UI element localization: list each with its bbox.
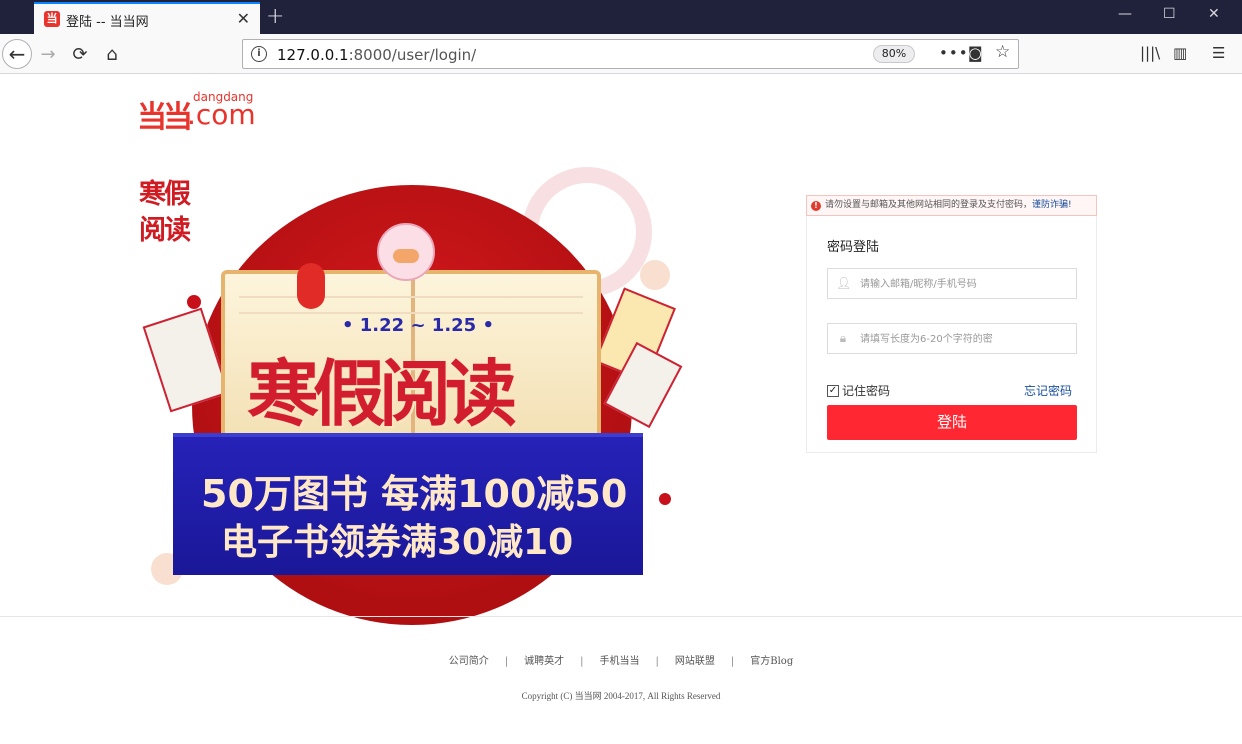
- forgot-password-link[interactable]: 忘记密码: [1024, 382, 1072, 399]
- browser-tab-active[interactable]: 当 登陆 -- 当当网 ✕: [34, 2, 260, 34]
- footer-separator: |: [580, 656, 584, 667]
- banner-corner-logo: 寒假 阅读: [139, 179, 191, 246]
- logo-mark: 当当: [137, 100, 193, 135]
- url-text[interactable]: 127.0.0.1:8000/user/login/: [277, 46, 476, 64]
- login-submit-button[interactable]: 登陆: [827, 405, 1077, 440]
- footer-link-careers[interactable]: 诚聘英才: [524, 656, 564, 667]
- banner-date: • 1.22 ~ 1.25 •: [342, 315, 494, 336]
- browser-tab-bar: 当 登陆 -- 当当网 ✕ + — ☐ ✕: [0, 0, 1242, 34]
- banner-headline: 寒假阅读: [247, 352, 517, 436]
- pocket-icon[interactable]: ◙: [968, 44, 983, 62]
- footer-link-blog[interactable]: 官方Blog: [750, 656, 793, 667]
- footer-links: 公司简介 | 诚聘英才 | 手机当当 | 网站联盟 | 官方Blog: [0, 652, 1242, 667]
- bookmark-star-icon[interactable]: ☆: [995, 42, 1010, 62]
- footer-separator: |: [730, 656, 735, 667]
- footer-separator: |: [504, 656, 509, 667]
- back-button[interactable]: ←: [2, 39, 32, 69]
- footer-link-mobile[interactable]: 手机当当: [600, 656, 640, 667]
- footer-divider: [0, 616, 1242, 617]
- page-content: 当当 dangdang .com 寒假 阅读 • 1.22 ~ 1.25 • 寒…: [0, 75, 1242, 744]
- username-field[interactable]: 👤︎: [827, 268, 1077, 299]
- promo-banner[interactable]: 寒假 阅读 • 1.22 ~ 1.25 • 寒假阅读 50万图书 每满100减5…: [137, 167, 683, 625]
- security-warning: ! 请勿设置与邮箱及其他网站相同的登录及支付密码，谨防诈骗!: [806, 195, 1097, 216]
- sidebar-icon[interactable]: ▥: [1173, 44, 1187, 62]
- new-tab-button[interactable]: +: [266, 4, 284, 29]
- username-input[interactable]: [860, 274, 1070, 294]
- book-line: [239, 296, 583, 298]
- footer-separator: |: [655, 656, 659, 667]
- tab-title: 登陆 -- 当当网: [66, 15, 149, 30]
- menu-icon[interactable]: ☰: [1212, 44, 1225, 62]
- home-button[interactable]: ⌂: [98, 40, 126, 68]
- browser-navigation-bar: ← → ⟳ ⌂ i 127.0.0.1:8000/user/login/ 80%…: [0, 34, 1242, 74]
- maximize-window-button[interactable]: ☐: [1163, 6, 1176, 22]
- minimize-window-button[interactable]: —: [1118, 6, 1132, 22]
- user-icon: 👤︎: [836, 276, 852, 290]
- forward-button[interactable]: →: [34, 40, 62, 68]
- login-form: 密码登陆 👤︎ 🔒︎ ✓ 记住密码 忘记密码 登陆: [806, 216, 1097, 453]
- warning-icon: !: [811, 201, 821, 211]
- banner-decor-dot: [659, 493, 671, 505]
- anti-fraud-link[interactable]: 谨防诈骗!: [1032, 200, 1072, 210]
- zoom-level-badge[interactable]: 80%: [873, 45, 915, 63]
- page-actions-icon[interactable]: •••: [939, 44, 969, 62]
- close-window-button[interactable]: ✕: [1208, 6, 1220, 22]
- footer-link-affiliates[interactable]: 网站联盟: [675, 656, 715, 667]
- pig-snout: [393, 249, 419, 263]
- remember-password[interactable]: ✓ 记住密码: [827, 382, 890, 399]
- lantern-icon: [297, 263, 325, 309]
- book-line: [239, 312, 583, 314]
- close-tab-icon[interactable]: ✕: [237, 9, 250, 28]
- dangdang-favicon-icon: 当: [44, 11, 60, 27]
- reload-button[interactable]: ⟳: [66, 40, 94, 68]
- banner-offer-line1: 50万图书 每满100减50: [201, 472, 628, 516]
- remember-checkbox[interactable]: ✓: [827, 384, 839, 397]
- footer-link-about[interactable]: 公司简介: [449, 656, 489, 667]
- dangdang-logo[interactable]: 当当 dangdang .com: [137, 90, 267, 135]
- pig-mascot-icon: [377, 223, 435, 281]
- banner-decor-dot: [187, 295, 201, 309]
- login-title: 密码登陆: [827, 240, 880, 255]
- library-icon[interactable]: |||\: [1140, 44, 1160, 62]
- address-bar[interactable]: i 127.0.0.1:8000/user/login/ 80% ••• ◙ ☆: [242, 39, 1019, 69]
- lock-icon: 🔒︎: [839, 331, 847, 345]
- banner-decor-dot: [640, 260, 670, 290]
- remember-label: 记住密码: [842, 384, 891, 398]
- copyright: Copyright (C) 当当网 2004-2017, All Rights …: [521, 691, 721, 701]
- password-field[interactable]: 🔒︎: [827, 323, 1077, 354]
- banner-offer-line2: 电子书领券满30减10: [221, 522, 574, 563]
- logo-domain-text: .com: [187, 98, 256, 131]
- password-input[interactable]: [860, 329, 1070, 349]
- site-info-icon[interactable]: i: [251, 46, 267, 62]
